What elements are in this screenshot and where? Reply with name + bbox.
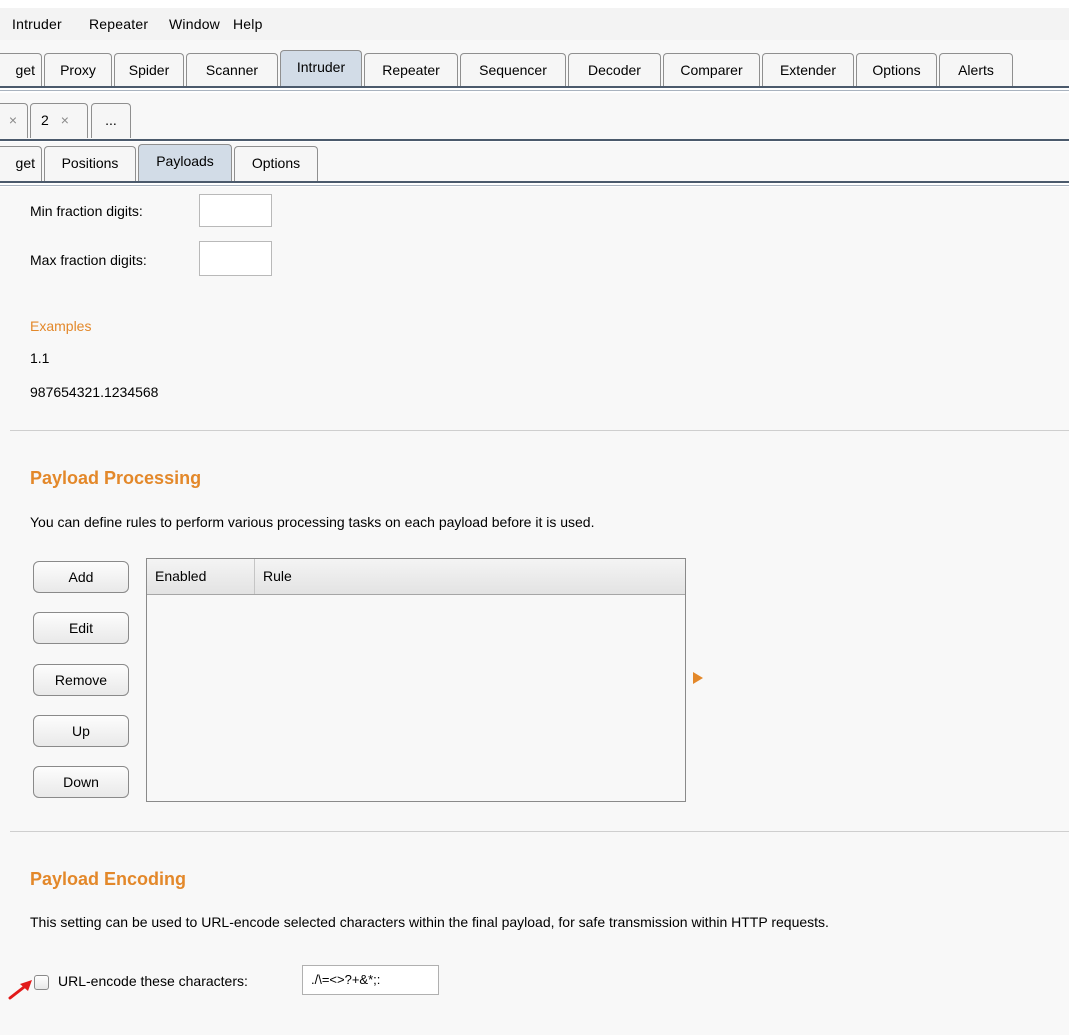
processing-rules-table[interactable]: Enabled Rule — [146, 558, 686, 802]
tab-attack-2-label: 2 — [41, 112, 49, 128]
close-icon[interactable]: × — [61, 112, 69, 128]
down-button[interactable]: Down — [33, 766, 129, 798]
menu-help[interactable]: Help — [233, 16, 263, 32]
examples-heading: Examples — [30, 318, 92, 334]
min-fraction-field[interactable] — [199, 194, 272, 227]
payload-encoding-description: This setting can be used to URL-encode s… — [30, 914, 829, 930]
tab-alerts[interactable]: Alerts — [939, 53, 1013, 88]
tab-extender[interactable]: Extender — [762, 53, 854, 88]
subtab-positions[interactable]: Positions — [44, 146, 136, 181]
subtab-options[interactable]: Options — [234, 146, 318, 181]
menu-bar: Intruder Repeater Window Help — [0, 8, 1069, 41]
subtab-target[interactable]: get — [0, 146, 42, 181]
intruder-subtab-bar: get Positions Payloads Options — [0, 142, 1069, 182]
section-divider — [10, 430, 1069, 431]
main-tab-rule — [0, 86, 1069, 88]
max-fraction-label: Max fraction digits: — [30, 252, 147, 268]
add-button[interactable]: Add — [33, 561, 129, 593]
section-divider — [10, 831, 1069, 832]
tab-comparer[interactable]: Comparer — [663, 53, 760, 88]
menu-intruder[interactable]: Intruder — [12, 16, 62, 32]
tab-sequencer[interactable]: Sequencer — [460, 53, 566, 88]
max-fraction-field[interactable] — [199, 241, 272, 276]
tab-scanner[interactable]: Scanner — [186, 53, 278, 88]
remove-button[interactable]: Remove — [33, 664, 129, 696]
main-tab-rule-light — [0, 90, 1069, 91]
red-pointer-arrow-icon — [8, 980, 32, 1000]
subtab-payloads[interactable]: Payloads — [138, 144, 232, 181]
up-button[interactable]: Up — [33, 715, 129, 747]
tab-spider[interactable]: Spider — [114, 53, 184, 88]
expand-arrow-icon[interactable] — [693, 672, 703, 684]
menu-repeater[interactable]: Repeater — [89, 16, 148, 32]
column-header-rule[interactable]: Rule — [255, 559, 685, 594]
attack-tab-bar: × 2 × ... — [0, 93, 1069, 139]
tab-proxy[interactable]: Proxy — [44, 53, 112, 88]
url-encode-checkbox[interactable] — [34, 975, 49, 990]
example-value: 987654321.1234568 — [30, 384, 159, 400]
column-header-enabled[interactable]: Enabled — [147, 559, 255, 594]
tab-attack-2[interactable]: 2 × — [30, 103, 88, 138]
edit-button[interactable]: Edit — [33, 612, 129, 644]
payload-encoding-title: Payload Encoding — [30, 869, 187, 889]
menu-window[interactable]: Window — [169, 16, 220, 32]
tab-decoder[interactable]: Decoder — [568, 53, 661, 88]
url-encode-label: URL-encode these characters: — [58, 973, 248, 989]
tab-options[interactable]: Options — [856, 53, 937, 88]
attack-tab-rule — [0, 139, 1069, 141]
tab-1-close-icon[interactable]: × — [0, 103, 28, 138]
example-value: 1.1 — [30, 350, 50, 366]
tab-repeater[interactable]: Repeater — [364, 53, 458, 88]
subtab-rule — [0, 181, 1069, 183]
payload-processing-title: Payload Processing — [30, 468, 202, 488]
min-fraction-label: Min fraction digits: — [30, 203, 143, 219]
table-header: Enabled Rule — [147, 559, 685, 595]
tab-intruder[interactable]: Intruder — [280, 50, 362, 88]
main-tab-bar: get Proxy Spider Scanner Intruder Repeat… — [0, 40, 1069, 88]
window-top-edge — [0, 0, 1069, 8]
tab-target[interactable]: get — [0, 53, 42, 88]
subtab-rule-light — [0, 185, 1069, 186]
url-encode-characters-field[interactable]: ./\=<>?+&*;: — [302, 965, 439, 995]
payload-processing-description: You can define rules to perform various … — [30, 514, 595, 530]
new-tab-button[interactable]: ... — [91, 103, 131, 138]
